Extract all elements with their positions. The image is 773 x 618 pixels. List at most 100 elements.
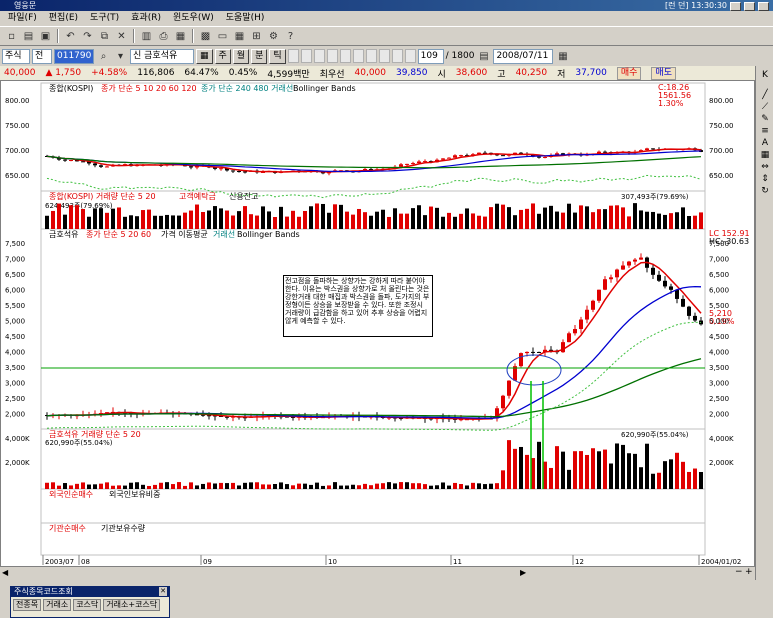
print-icon[interactable]: ⎙: [156, 29, 171, 44]
stock-volume-bar: [75, 483, 79, 489]
tab-exchange-kosdaq[interactable]: 거래소+코스닥: [103, 599, 161, 611]
stock-volume-bar: [345, 485, 349, 489]
stock-name-field[interactable]: 신 금호석유: [130, 48, 194, 64]
date-picker-icon[interactable]: ▦: [555, 49, 570, 64]
mode-select[interactable]: 전: [32, 48, 52, 64]
time-tick-label: 2003/07: [45, 558, 74, 566]
stock-bb-label: Bollinger Bands: [237, 230, 300, 239]
window-icon[interactable]: ▭: [215, 29, 230, 44]
menu-tools[interactable]: 도구(T): [84, 11, 125, 26]
stock-volume-bar: [105, 482, 109, 489]
scroll-left-icon[interactable]: ◀: [2, 568, 8, 577]
kospi-volume-bar: [63, 214, 67, 229]
kospi-volume-bar: [333, 204, 337, 229]
kospi-candle-body: [459, 155, 463, 157]
stock-volume-bar: [681, 461, 685, 489]
kospi-candle-body: [69, 159, 73, 161]
sell-button[interactable]: 매도: [651, 66, 676, 80]
bar-count-input[interactable]: 109: [417, 48, 444, 64]
settings-icon[interactable]: ⚙: [266, 29, 281, 44]
minimize-button[interactable]: [730, 1, 741, 11]
arrow-vert-icon[interactable]: ⇕: [759, 174, 771, 184]
copy-icon[interactable]: ⧉: [97, 29, 112, 44]
stock-volume-bar: [123, 485, 127, 489]
stock-code-input[interactable]: 011790: [54, 48, 94, 64]
kospi-volume-bar: [513, 215, 517, 229]
chart-icon[interactable]: ▥: [139, 29, 154, 44]
maximize-button[interactable]: [744, 1, 755, 11]
chart-scroll-bar[interactable]: ◀ ▶ − +: [0, 566, 755, 580]
kospi-volume-bar: [411, 208, 415, 229]
kospi-volume-bar: [543, 207, 547, 229]
new-icon[interactable]: ▫: [4, 29, 19, 44]
interval-button[interactable]: [352, 49, 364, 63]
stock-candle-body: [501, 395, 505, 409]
chevron-down-icon[interactable]: ▾: [113, 49, 128, 64]
tab-exchange[interactable]: 거래소: [43, 599, 72, 611]
menu-edit[interactable]: 편집(E): [43, 11, 84, 26]
interval-button[interactable]: [287, 49, 299, 63]
minute-period-button[interactable]: 분: [251, 48, 268, 64]
open-icon[interactable]: ▤: [21, 29, 36, 44]
stock-volume-bar: [159, 482, 163, 489]
market-select[interactable]: 주식: [2, 48, 30, 64]
interval-button[interactable]: [378, 49, 390, 63]
buy-button[interactable]: 매수: [616, 66, 642, 80]
stock-tick-label-right: 6,500: [709, 271, 729, 279]
month-period-button[interactable]: 월: [232, 48, 250, 64]
interval-button[interactable]: [339, 49, 351, 63]
tile-icon[interactable]: ▦: [232, 29, 247, 44]
interval-button[interactable]: [404, 49, 416, 63]
kospi-volume-bar: [147, 209, 151, 229]
interval-button[interactable]: [391, 49, 403, 63]
scroll-right-icon[interactable]: ▶: [520, 568, 526, 577]
pen-icon[interactable]: ✎: [759, 114, 771, 124]
save-icon[interactable]: ▣: [38, 29, 53, 44]
refresh-icon[interactable]: ↻: [759, 186, 771, 196]
stock-volume-bar: [441, 482, 445, 489]
close-button[interactable]: [758, 1, 769, 11]
menu-help[interactable]: 도움말(H): [220, 11, 271, 26]
kospi-volume-bar: [657, 213, 661, 229]
search-icon[interactable]: ⌕: [96, 49, 111, 64]
interval-button[interactable]: [365, 49, 377, 63]
stock-volume-bar: [333, 482, 337, 489]
undo-icon[interactable]: ↶: [63, 29, 78, 44]
close-icon[interactable]: ✕: [159, 587, 167, 596]
kospi-candle-body: [189, 166, 193, 168]
menu-effects[interactable]: 효과(R): [125, 11, 167, 26]
tab-all-stocks[interactable]: 전종목: [13, 599, 42, 611]
menu-file[interactable]: 파일(F): [2, 11, 43, 26]
trend-icon[interactable]: ⟋: [759, 102, 771, 112]
chart-window[interactable]: 종합(KOSPI) 종가 단순 5 10 20 60 120 종가 단순 240…: [0, 80, 755, 580]
text-icon[interactable]: A: [759, 138, 771, 148]
stock-candle-body: [675, 289, 679, 299]
chart-canvas[interactable]: 종합(KOSPI) 종가 단순 5 10 20 60 120 종가 단순 240…: [1, 81, 756, 567]
kospi-volume-bar: [531, 203, 535, 229]
calendar-icon[interactable]: ▤: [476, 49, 491, 64]
arrow-icon[interactable]: ⇔: [759, 162, 771, 172]
zoom-minus-button[interactable]: −: [735, 567, 743, 577]
interval-button[interactable]: [326, 49, 338, 63]
zoom-plus-button[interactable]: +: [745, 567, 753, 577]
cascade-icon[interactable]: ⊞: [249, 29, 264, 44]
line-icon[interactable]: ╱: [759, 90, 771, 100]
fib-icon[interactable]: ≡: [759, 126, 771, 136]
tick-period-button[interactable]: 틱: [269, 48, 286, 64]
help-icon[interactable]: ?: [283, 29, 298, 44]
date-input[interactable]: 2008/07/11: [493, 48, 554, 64]
kospi-volume-bar: [321, 203, 325, 229]
menu-window[interactable]: 윈도우(W): [167, 11, 220, 26]
interval-button[interactable]: [313, 49, 325, 63]
day-period-button[interactable]: ▦: [196, 48, 213, 64]
delete-icon[interactable]: ✕: [114, 29, 129, 44]
cursor-icon[interactable]: K: [759, 70, 771, 80]
tab-kosdaq[interactable]: 코스닥: [73, 599, 102, 611]
layout-icon[interactable]: ▩: [198, 29, 213, 44]
redo-icon[interactable]: ↷: [80, 29, 95, 44]
grid-icon[interactable]: ▦: [173, 29, 188, 44]
color-icon[interactable]: ▦: [759, 150, 771, 160]
interval-button[interactable]: [300, 49, 312, 63]
stock-code-lookup-popup[interactable]: 주식종목코드조회 ✕ 전종목 거래소 코스닥 거래소+코스닥: [10, 586, 170, 618]
week-period-button[interactable]: 주: [214, 48, 231, 64]
